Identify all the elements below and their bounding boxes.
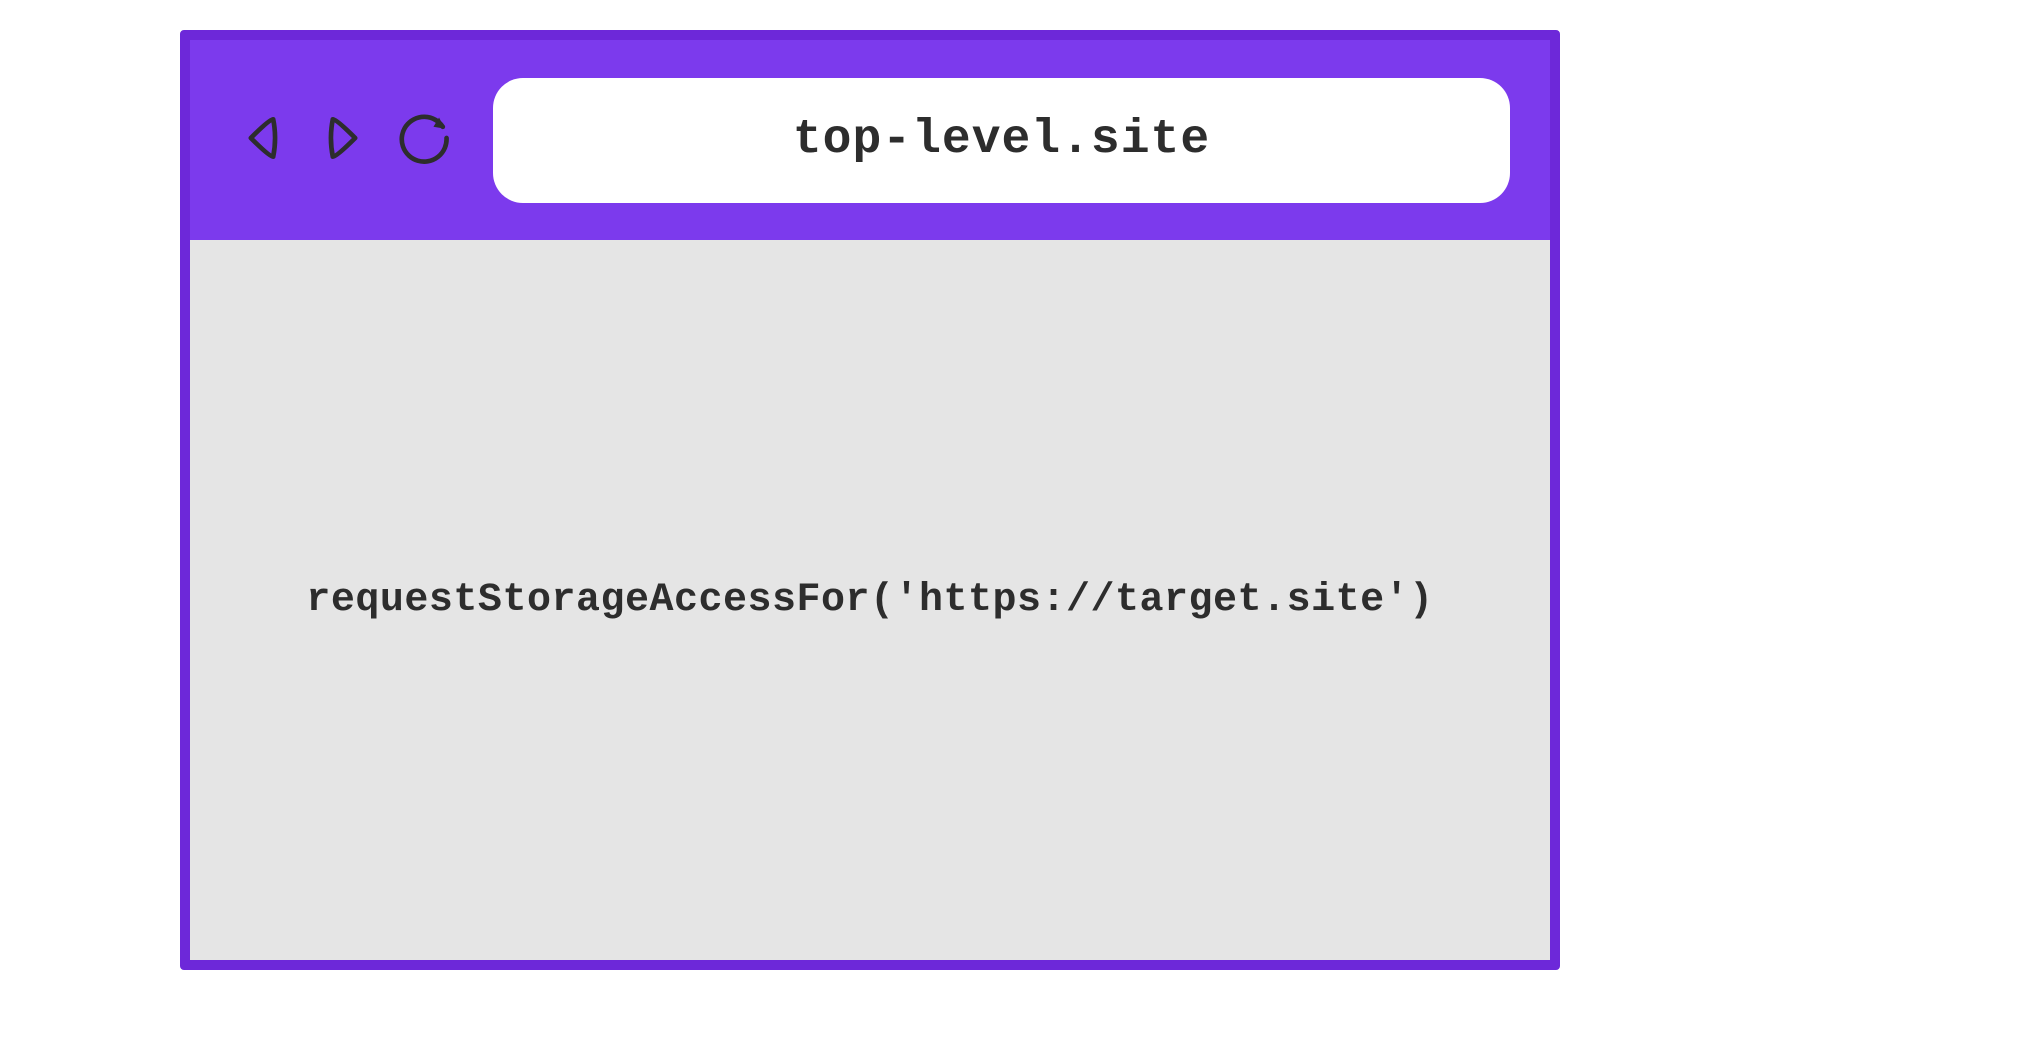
address-text: top-level.site: [793, 113, 1210, 167]
browser-content: requestStorageAccessFor('https://target.…: [190, 240, 1550, 960]
address-bar[interactable]: top-level.site: [493, 78, 1510, 203]
forward-icon: [316, 110, 372, 171]
reload-icon: [398, 110, 454, 171]
nav-buttons-group: [230, 108, 458, 172]
back-icon: [234, 110, 290, 171]
back-button[interactable]: [230, 108, 294, 172]
browser-toolbar: top-level.site: [190, 40, 1550, 240]
reload-button[interactable]: [394, 108, 458, 172]
forward-button[interactable]: [312, 108, 376, 172]
code-snippet: requestStorageAccessFor('https://target.…: [306, 578, 1433, 623]
browser-window: top-level.site requestStorageAccessFor('…: [180, 30, 1560, 970]
